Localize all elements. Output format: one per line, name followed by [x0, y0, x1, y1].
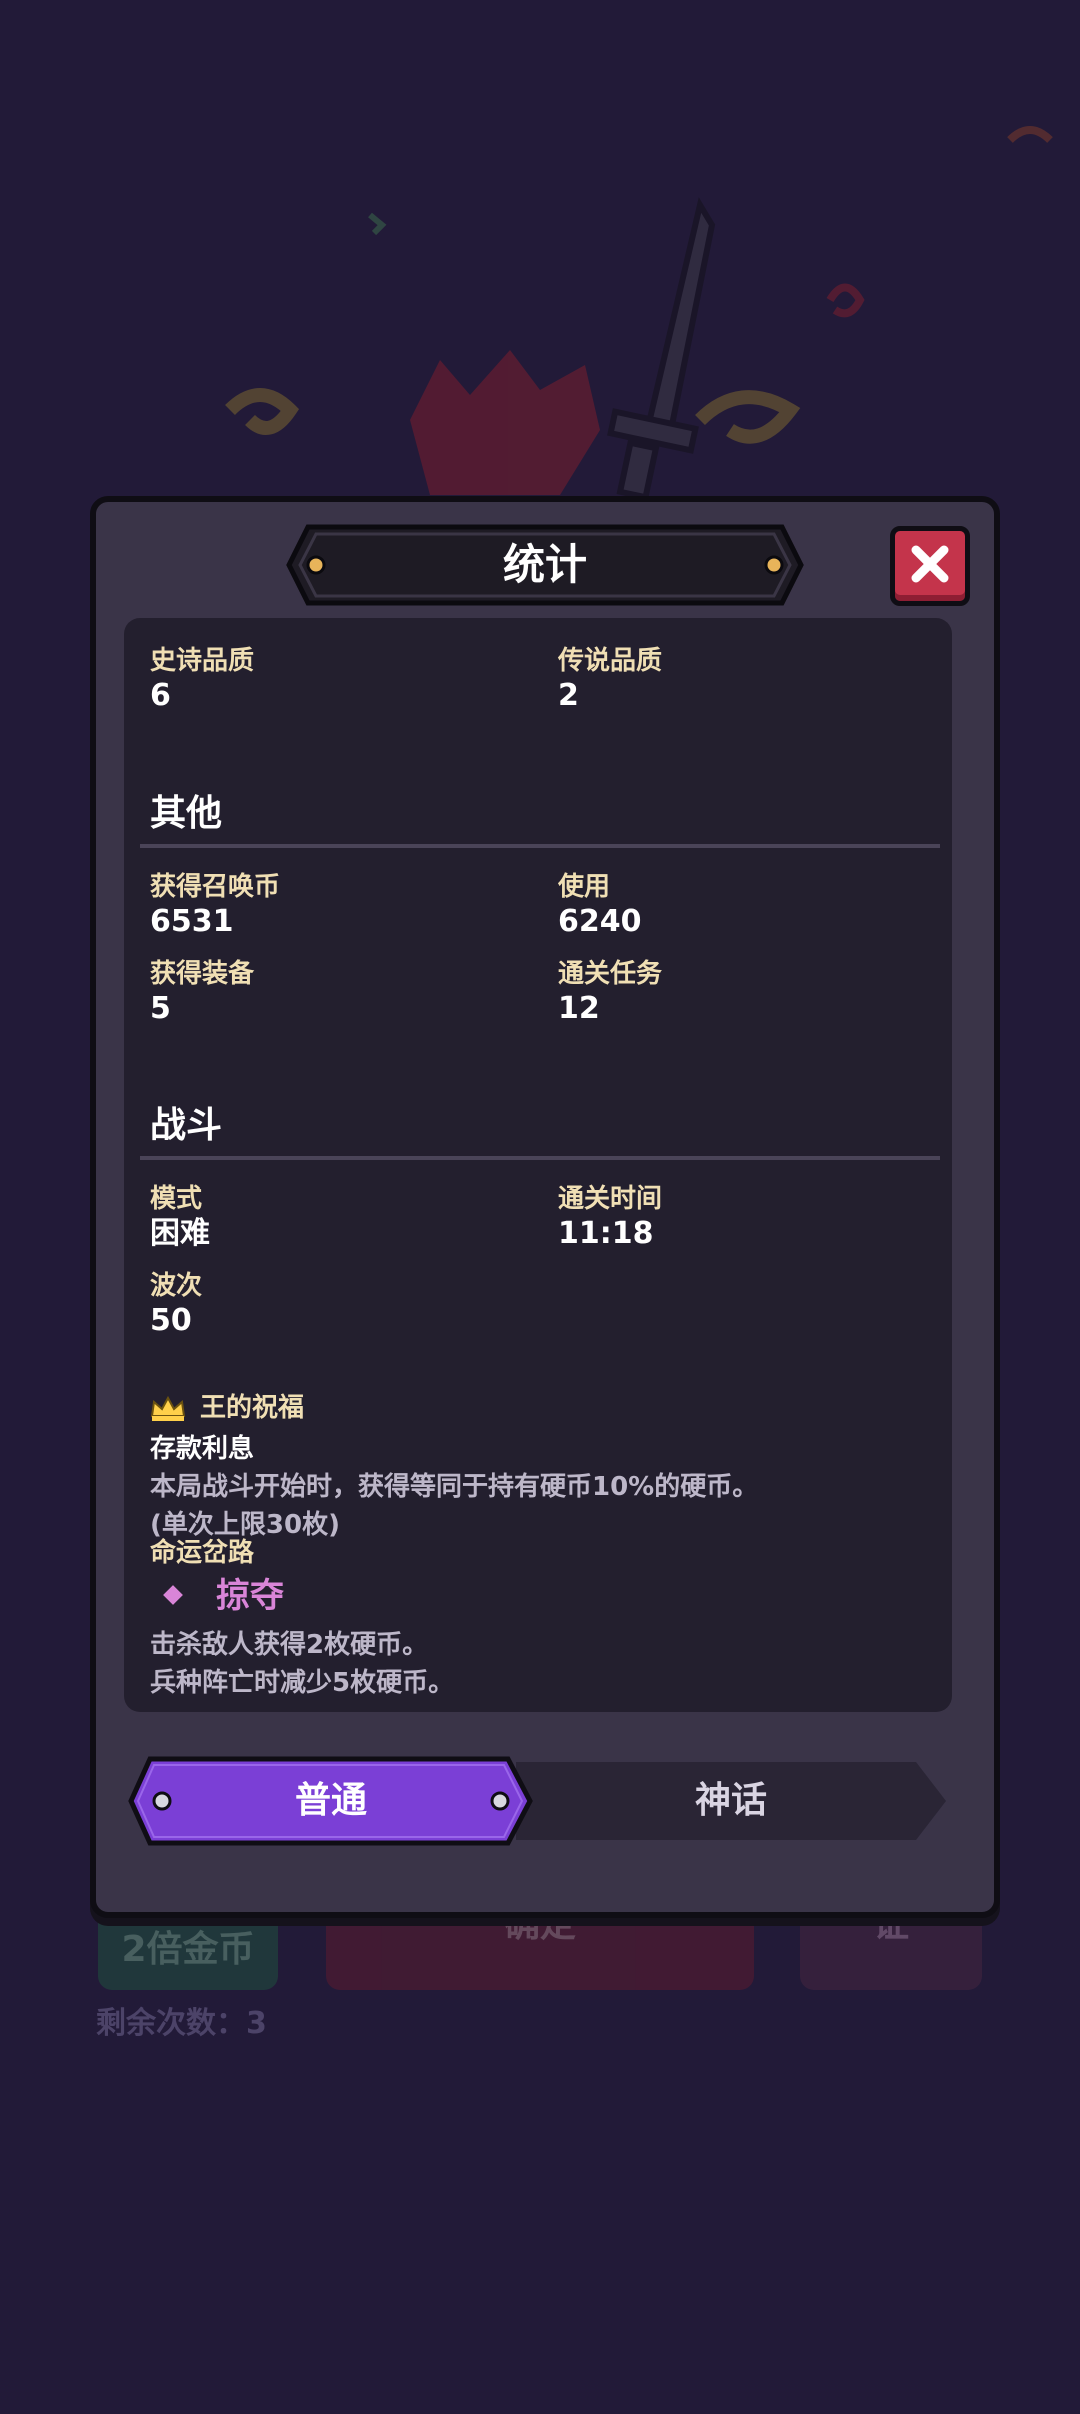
stat-value: 困难	[150, 1216, 210, 1251]
stats-modal: 统计 史诗品质 6 传说品质 2 其他 获得召唤币 6531 使用 6240 获…	[90, 496, 1000, 1918]
blessing-title: 王的祝福	[200, 1393, 305, 1423]
stat-label: 使用	[558, 872, 611, 902]
stat-label: 通关时间	[558, 1184, 663, 1214]
stat-label: 史诗品质	[150, 646, 255, 676]
stat-label: 波次	[150, 1271, 203, 1301]
stat-label: 模式	[150, 1184, 203, 1214]
blessing-header: 王的祝福	[150, 1388, 304, 1428]
section-title-battle: 战斗	[150, 1105, 223, 1146]
fate-item: 掠夺	[150, 1574, 284, 1618]
close-icon	[911, 545, 949, 583]
stat-label: 传说品质	[558, 646, 663, 676]
stat-gear: 获得装备 5	[150, 957, 254, 1027]
stat-value: 50	[150, 1303, 192, 1338]
fate-description-penalty: 兵种阵亡时减少5枚硬币。	[150, 1668, 455, 1698]
modal-title: 统计	[502, 540, 587, 589]
stat-label: 通关任务	[558, 959, 663, 989]
close-button[interactable]	[890, 526, 970, 606]
stats-content: 史诗品质 6 传说品质 2 其他 获得召唤币 6531 使用 6240 获得装备…	[124, 618, 952, 1712]
stat-wave: 波次 50	[150, 1269, 202, 1339]
blessing-name: 存款利息	[150, 1434, 255, 1464]
stat-label: 获得召唤币	[150, 872, 281, 902]
stat-clear-time: 通关时间 11:18	[558, 1182, 662, 1252]
stat-value: 12	[558, 991, 600, 1026]
stat-value: 6	[150, 678, 171, 713]
diamond-icon	[163, 1584, 183, 1605]
stat-label: 获得装备	[150, 959, 255, 989]
stat-value: 6240	[558, 904, 642, 939]
tab-normal-label: 普通	[294, 1780, 367, 1821]
stat-mode: 模式 困难	[150, 1182, 210, 1252]
stat-value: 2	[558, 678, 579, 713]
stat-value: 5	[150, 991, 171, 1026]
stat-used: 使用 6240	[558, 870, 642, 940]
blessing-description: 本局战斗开始时，获得等同于持有硬币10%的硬币。	[150, 1472, 759, 1502]
section-title-other: 其他	[150, 793, 223, 834]
stat-legend-quality: 传说品质 2	[558, 644, 662, 714]
tab-myth[interactable]: 神话	[516, 1762, 946, 1840]
section-divider	[140, 844, 940, 848]
fate-description: 击杀敌人获得2枚硬币。	[150, 1630, 429, 1660]
stat-quests: 通关任务 12	[558, 957, 662, 1027]
fate-title: 命运岔路	[150, 1538, 255, 1568]
difficulty-tabs: 神话 普通	[128, 1756, 978, 1846]
remaining-count: 剩余次数：3	[96, 2006, 267, 2041]
stat-epic-quality: 史诗品质 6	[150, 644, 254, 714]
stat-summon-coins: 获得召唤币 6531	[150, 870, 280, 940]
crown-icon	[150, 1395, 186, 1422]
stat-value: 11:18	[558, 1216, 654, 1251]
section-divider	[140, 1156, 940, 1160]
tab-normal[interactable]: 普通	[128, 1756, 534, 1846]
fate-name: 掠夺	[216, 1576, 284, 1616]
title-plate: 统计	[286, 524, 804, 606]
stat-value: 6531	[150, 904, 234, 939]
